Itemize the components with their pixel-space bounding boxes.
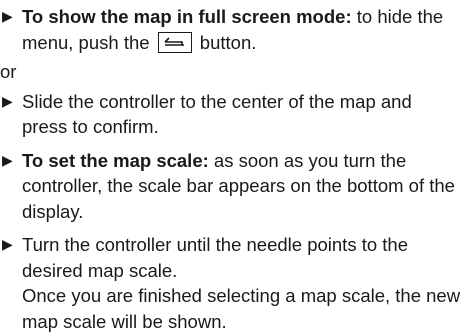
- bullet-icon: ▶: [2, 92, 13, 109]
- instruction-text: Turn the controller until the needle poi…: [22, 234, 408, 281]
- instruction-text-end: button.: [194, 31, 257, 53]
- instruction-lead: To set the map scale:: [22, 149, 209, 171]
- bullet-icon: ▶: [2, 151, 13, 168]
- instruction-map-scale: ▶ To set the map scale: as soon as you t…: [0, 148, 462, 225]
- back-button-key: [157, 31, 192, 53]
- instruction-full-screen: ▶ To show the map in full screen mode: t…: [0, 4, 462, 55]
- bullet-icon: ▶: [2, 8, 13, 24]
- instruction-note: Once you are finished selecting a map sc…: [22, 285, 461, 332]
- instruction-turn-controller: ▶ Turn the controller until the needle p…: [0, 232, 462, 334]
- manual-page: ▶ To show the map in full screen mode: t…: [0, 0, 462, 334]
- instruction-slide-controller: ▶ Slide the controller to the center of …: [0, 89, 462, 140]
- instruction-lead: To show the map in full screen mode:: [22, 6, 352, 27]
- separator-or: or: [0, 61, 17, 82]
- instruction-text: Slide the controller to the center of th…: [22, 90, 412, 138]
- back-arrow-icon: [164, 36, 184, 46]
- bullet-icon: ▶: [2, 236, 13, 252]
